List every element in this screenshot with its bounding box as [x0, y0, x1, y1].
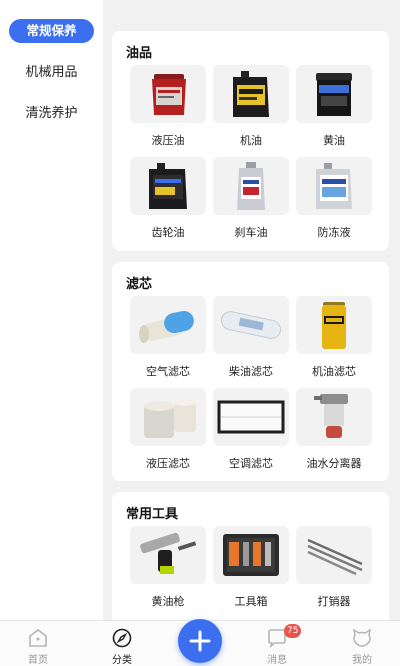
- product-ac-filter[interactable]: 空调滤芯: [213, 388, 289, 471]
- section-title: 油品: [126, 46, 153, 61]
- product-grease-gun[interactable]: 黄油枪: [130, 526, 206, 609]
- tab-messages[interactable]: 消息: [242, 621, 312, 666]
- product-name: 黄油: [323, 134, 345, 147]
- product-air-filter[interactable]: 空气滤芯: [130, 296, 206, 379]
- product-name: 黄油枪: [151, 595, 185, 608]
- red-bucket-icon: [130, 65, 206, 123]
- product-antifreeze[interactable]: 防冻液: [296, 157, 372, 240]
- tab-profile[interactable]: 我的: [327, 621, 397, 666]
- mobil-antifreeze-jug-icon: [296, 157, 372, 215]
- ac-filter-icon: [213, 388, 289, 446]
- product-engine-oil[interactable]: 机油: [213, 65, 289, 148]
- product-oil-filter[interactable]: 机油滤芯: [296, 296, 372, 379]
- product-name: 防冻液: [317, 226, 351, 239]
- tab-label: 分类: [112, 655, 132, 666]
- air-filter-icon: [130, 296, 206, 354]
- tab-label: 首页: [28, 655, 48, 666]
- sidebar-item-maintenance[interactable]: 常规保养: [9, 19, 94, 43]
- add-button[interactable]: [178, 619, 222, 663]
- section-filters: 滤芯 空气滤芯 柴油滤芯 机油滤芯 液压滤芯 空调滤芯 油水分离器: [112, 262, 389, 481]
- product-name: 空气滤芯: [146, 365, 190, 378]
- sidebar-item-mechanical[interactable]: 机械用品: [0, 58, 103, 88]
- section-tools: 常用工具 黄油枪 工具箱 打销器: [112, 492, 389, 620]
- compass-icon: [112, 628, 132, 648]
- product-diesel-filter[interactable]: 柴油滤芯: [213, 296, 289, 379]
- diesel-filter-icon: [213, 296, 289, 354]
- plus-icon: [189, 630, 211, 652]
- product-fuel-water-separator[interactable]: 油水分离器: [296, 388, 372, 471]
- toolbox-icon: [213, 526, 289, 584]
- black-oil-jug-icon: [130, 157, 206, 215]
- fuel-water-separator-icon: [296, 388, 372, 446]
- section-title: 常用工具: [126, 507, 179, 522]
- app-root: 常规保养 机械用品 清洗养护 油品 液压油 机油 黄油 齿轮油 刹车油 防冻液 …: [0, 0, 400, 666]
- product-name: 油水分离器: [306, 457, 362, 470]
- category-sidebar: 常规保养 机械用品 清洗养护: [0, 0, 103, 620]
- product-name: 柴油滤芯: [229, 365, 273, 378]
- product-name: 刹车油: [234, 226, 268, 239]
- grease-gun-icon: [130, 526, 206, 584]
- product-list[interactable]: 油品 液压油 机油 黄油 齿轮油 刹车油 防冻液 滤芯 空气滤芯 柴油滤芯 机油…: [103, 0, 400, 620]
- product-name: 齿轮油: [151, 226, 185, 239]
- pin-punch-icon: [296, 526, 372, 584]
- mobil-bottle-icon: [213, 157, 289, 215]
- product-pin-punch[interactable]: 打销器: [296, 526, 372, 609]
- product-name: 机油滤芯: [312, 365, 356, 378]
- product-grease[interactable]: 黄油: [296, 65, 372, 148]
- product-hydraulic-filter[interactable]: 液压滤芯: [130, 388, 206, 471]
- section-oils: 油品 液压油 机油 黄油 齿轮油 刹车油 防冻液: [112, 31, 389, 251]
- product-name: 空调滤芯: [229, 457, 273, 470]
- sidebar-item-cleaning[interactable]: 清洗养护: [0, 99, 103, 129]
- tab-label: 消息: [267, 655, 287, 666]
- tab-category[interactable]: 分类: [87, 621, 157, 666]
- product-brake-fluid[interactable]: 刹车油: [213, 157, 289, 240]
- product-gear-oil[interactable]: 齿轮油: [130, 157, 206, 240]
- message-count-badge: 75: [284, 624, 302, 638]
- black-oil-jug-icon: [213, 65, 289, 123]
- profile-icon: [352, 628, 372, 647]
- product-name: 打销器: [317, 595, 351, 608]
- hydraulic-filter-icon: [130, 388, 206, 446]
- product-toolbox[interactable]: 工具箱: [213, 526, 289, 609]
- product-name: 机油: [240, 134, 262, 147]
- grease-tub-icon: [296, 65, 372, 123]
- product-hydraulic-oil[interactable]: 液压油: [130, 65, 206, 148]
- cat-oil-filter-icon: [296, 296, 372, 354]
- product-name: 液压油: [151, 134, 185, 147]
- product-name: 工具箱: [234, 595, 268, 608]
- home-icon: [29, 629, 47, 647]
- bottom-tab-bar: 首页 分类 消息 75 我的: [0, 619, 400, 666]
- tab-home[interactable]: 首页: [3, 621, 73, 666]
- section-title: 滤芯: [126, 277, 153, 292]
- product-name: 液压滤芯: [146, 457, 190, 470]
- tab-label: 我的: [352, 655, 372, 666]
